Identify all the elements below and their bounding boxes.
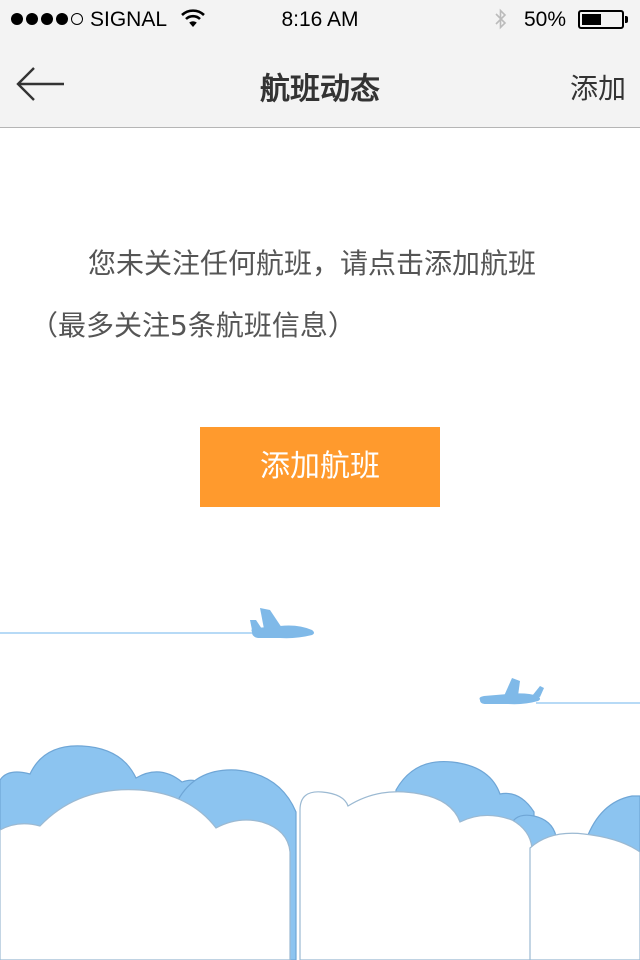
cloud-front <box>0 789 640 960</box>
nav-bar: 航班动态 添加 <box>0 40 640 128</box>
add-nav-button[interactable]: 添加 <box>570 67 626 107</box>
page-title: 航班动态 <box>260 72 380 107</box>
empty-message-text: 您未关注任何航班，请点击 <box>88 247 425 280</box>
battery-icon <box>578 10 628 29</box>
airplane-icon <box>479 678 544 705</box>
empty-message-line1: 您未关注任何航班，请点击添加航班 <box>88 242 536 282</box>
airplane-icon <box>250 608 314 639</box>
sky-illustration <box>0 608 640 960</box>
status-bar: SIGNAL 8:16 AM 50% <box>0 0 640 40</box>
add-flight-link[interactable]: 添加航班 <box>424 247 536 280</box>
screen: SIGNAL 8:16 AM 50% 航班动态 添加 您未关注任何航班，请点击添… <box>0 0 640 960</box>
empty-message-line2: （最多关注5条航班信息） <box>30 309 356 342</box>
add-flight-button[interactable]: 添加航班 <box>200 427 440 507</box>
battery-percent: 50% <box>524 8 567 31</box>
bluetooth-icon <box>494 7 508 37</box>
